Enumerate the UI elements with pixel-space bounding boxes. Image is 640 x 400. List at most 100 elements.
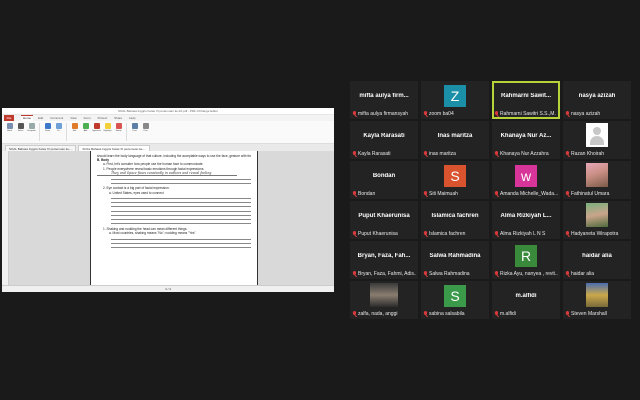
participant-label-text: Siti Maimuah — [429, 191, 458, 197]
file-tab[interactable]: File — [4, 115, 14, 121]
answer-line — [111, 180, 251, 185]
participant-tile[interactable]: Islamica fachren Islamica fachren — [421, 201, 489, 239]
window-title: SOAL Bahasa Inggris Kelas XI pertemuan k… — [2, 108, 334, 115]
ribbon-edit-button[interactable]: Edit — [70, 123, 79, 139]
menu-tab-share[interactable]: Share — [112, 116, 124, 121]
participant-label-text: Salwa Rahmadina — [429, 271, 470, 277]
participant-tile[interactable]: Ssabina salsabila — [421, 281, 489, 319]
participant-name-label: sabina salsabila — [423, 311, 487, 317]
answer-line — [111, 220, 251, 225]
participant-avatar: w — [515, 165, 537, 187]
navigation-panel[interactable] — [2, 151, 9, 285]
participant-tile[interactable]: w Amanda Michelle_Wada... — [492, 161, 560, 199]
muted-mic-icon — [352, 111, 357, 117]
participant-tile[interactable]: Puput Khaerunisa Puput Khaerunisa — [350, 201, 418, 239]
ribbon-highlight-button[interactable]: Highlight — [103, 123, 112, 139]
menu-tab-edit[interactable]: Edit — [36, 116, 45, 121]
ribbon-zoom-button[interactable]: Zoom — [43, 123, 52, 139]
ribbon-snapshot-button[interactable]: Snapshot — [27, 123, 36, 139]
ribbon-stamp-button[interactable]: Stamp — [114, 123, 123, 139]
ribbon-divider — [126, 123, 127, 141]
page-intro: should learn the body language of that c… — [97, 154, 251, 158]
ribbon-typewriter-button[interactable]: Typewriter — [92, 123, 101, 139]
stamp-icon — [115, 123, 122, 129]
document-tabs: SOAL Bahasa Inggris Kelas XI pertemuan k… — [2, 144, 334, 151]
muted-mic-icon — [352, 151, 357, 157]
participant-name-label: zalfa, nada, anggi — [352, 311, 416, 317]
participant-tile[interactable]: Salwa Rahmadina Salwa Rahmadina — [421, 241, 489, 279]
participant-tile[interactable]: Khanaya Nur Az... Khanaya Nur Azzahra — [492, 121, 560, 159]
ribbon-fit-button[interactable]: Fit — [54, 123, 63, 139]
participant-name-label: Razan Khoirah — [565, 151, 629, 157]
participant-tile[interactable]: Kayla Rarasati Kayla Rarasati — [350, 121, 418, 159]
muted-mic-icon — [352, 271, 357, 277]
participant-tile[interactable]: Razan Khoirah — [563, 121, 631, 159]
participant-label-text: Hadyaneta Wirapotra — [571, 231, 619, 237]
participant-label-text: m.alfidi — [500, 311, 516, 317]
participant-label-text: Bondan — [358, 191, 376, 197]
menu-tab-form[interactable]: Form — [82, 116, 93, 121]
muted-mic-icon — [423, 311, 428, 317]
typewriter-icon — [93, 123, 100, 129]
participant-tile[interactable]: Inas maritza inas maritza — [421, 121, 489, 159]
participant-tile[interactable]: nasya azizah nasya azizah — [563, 81, 631, 119]
participant-name-label: Bondan — [352, 191, 416, 197]
menu-tab-comment[interactable]: Comment — [48, 116, 65, 121]
participant-label-text: inas maritza — [429, 151, 456, 157]
participant-label-text: Razan Khoirah — [571, 151, 605, 157]
participant-tile[interactable]: S Siti Maimuah — [421, 161, 489, 199]
ribbon-hand-button[interactable]: Hand — [5, 123, 14, 139]
participant-name-label: Salwa Rahmadina — [423, 271, 487, 277]
participant-label-text: Steven Marshall — [571, 311, 607, 317]
menu-tab-protect[interactable]: Protect — [96, 116, 110, 121]
pdf-page: should learn the body language of that c… — [90, 151, 258, 285]
participant-display-name: Alma Rizkiyah L... — [500, 213, 552, 219]
hand-icon — [6, 123, 13, 129]
participant-tile[interactable]: zalfa, nada, anggi — [350, 281, 418, 319]
participant-tile[interactable]: haidar alia haidar alia — [563, 241, 631, 279]
participant-tile[interactable]: Bondan Bondan — [350, 161, 418, 199]
participant-label-text: sabina salsabila — [429, 311, 465, 317]
menu-tab-view[interactable]: View — [68, 116, 78, 121]
participant-display-name: mifta aulya firm... — [359, 93, 409, 99]
ribbon-select-button[interactable]: Select — [16, 123, 25, 139]
participant-avatar: Z — [444, 85, 466, 107]
participant-tile[interactable]: Bryan, Faza, Fah... Bryan, Faza, Fahmi, A… — [350, 241, 418, 279]
participant-display-name: m.alfidi — [515, 293, 537, 299]
participant-name-label: Hadyaneta Wirapotra — [565, 231, 629, 237]
muted-mic-icon — [565, 191, 570, 197]
participant-display-name: Salwa Rahmadina — [429, 253, 481, 259]
menu-tab-help[interactable]: Help — [127, 116, 137, 121]
muted-mic-icon — [423, 151, 428, 157]
participant-display-name: Islamica fachren — [431, 213, 479, 219]
participant-name-label: Bryan, Faza, Fahmi, Adis... — [352, 271, 416, 277]
participant-avatar: S — [444, 165, 466, 187]
participant-label-text: Islamica fachren — [429, 231, 466, 237]
participant-tile[interactable]: Alma Rizkiyah L... Alma Rizkiyah L N S — [492, 201, 560, 239]
muted-mic-icon — [352, 311, 357, 317]
participant-tile[interactable]: Hadyaneta Wirapotra — [563, 201, 631, 239]
edit-icon — [71, 123, 78, 129]
participant-tile[interactable]: m.alfidi m.alfidi — [492, 281, 560, 319]
muted-mic-icon — [423, 231, 428, 237]
participant-label-text: Fathinatul Umara — [571, 191, 610, 197]
participant-tile[interactable]: Fathinatul Umara — [563, 161, 631, 199]
ribbon-add-button[interactable]: Add — [81, 123, 90, 139]
participant-tile[interactable]: mifta aulya firm... mifta aulya firmansya… — [350, 81, 418, 119]
participant-name-label: Rizka Ayu, nanyea , revit... — [494, 271, 558, 277]
participant-label-text: Rizka Ayu, nanyea , revit... — [500, 271, 558, 277]
participant-label-text: Puput Khaerunisa — [358, 231, 398, 237]
participant-tile[interactable]: Rahmarni Sawit... Rahmarni Sawitri S.S.,M… — [492, 81, 560, 119]
participant-video — [370, 283, 398, 307]
participant-tile[interactable]: Zzoom ba04 — [421, 81, 489, 119]
participant-tile[interactable]: Steven Marshall — [563, 281, 631, 319]
print-icon — [142, 123, 149, 129]
ribbon: Hand Select Snapshot Zoom Fit Edit Add T… — [2, 121, 334, 144]
answer-line — [111, 244, 251, 249]
ribbon-find-button[interactable]: Find — [130, 123, 139, 139]
muted-mic-icon — [423, 191, 428, 197]
participant-tile[interactable]: R Rizka Ayu, nanyea , revit... — [492, 241, 560, 279]
menu-tab-home[interactable]: Home — [21, 115, 34, 121]
ribbon-print-button[interactable]: Print — [141, 123, 150, 139]
participant-avatar: S — [444, 285, 466, 307]
